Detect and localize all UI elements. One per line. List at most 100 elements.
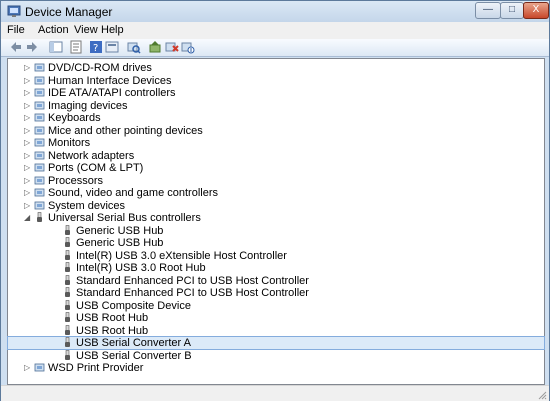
tree-category[interactable]: ▷ System devices xyxy=(8,200,544,212)
uninstall-icon[interactable] xyxy=(165,40,179,54)
collapsed-triangle-icon[interactable]: ▷ xyxy=(24,187,30,199)
tree-item-label: Mice and other pointing devices xyxy=(48,124,203,137)
back-arrow-icon[interactable] xyxy=(9,40,23,54)
tree-category[interactable]: ▷ Monitors xyxy=(8,137,544,149)
collapsed-triangle-icon[interactable]: ▷ xyxy=(24,175,30,187)
device-tree[interactable]: ▷ DVD/CD-ROM drives ▷ Human Interface Devic… xyxy=(7,58,545,385)
tree-device[interactable]: Generic USB Hub xyxy=(8,225,544,237)
system-device-icon xyxy=(34,201,45,209)
tree-item-label: Standard Enhanced PCI to USB Host Contro… xyxy=(76,287,309,299)
close-button[interactable]: X xyxy=(523,2,549,19)
console-icon[interactable] xyxy=(105,40,119,54)
scan-hardware-changes-icon[interactable] xyxy=(127,40,141,54)
tree-device[interactable]: Standard Enhanced PCI to USB Host Contro… xyxy=(8,275,544,287)
camera-icon xyxy=(34,101,45,109)
tree-item-label: Imaging devices xyxy=(48,99,128,112)
tree-device[interactable]: USB Root Hub xyxy=(8,325,544,337)
update-driver-icon[interactable] xyxy=(149,40,163,54)
collapsed-triangle-icon[interactable]: ▷ xyxy=(24,200,30,212)
collapsed-triangle-icon[interactable]: ▷ xyxy=(24,62,30,74)
tree-category[interactable]: ▷ WSD Print Provider xyxy=(8,362,544,374)
tree-item-label: Network adapters xyxy=(48,149,135,162)
resize-grip-icon[interactable] xyxy=(537,390,547,400)
tree-item-label: System devices xyxy=(48,199,126,212)
tree-item-label: Intel(R) USB 3.0 Root Hub xyxy=(76,262,206,274)
expanded-triangle-icon[interactable]: ◢ xyxy=(24,212,30,224)
title-bar[interactable]: Device Manager — □ X xyxy=(1,1,549,22)
tree-item-label: USB Composite Device xyxy=(76,299,191,312)
ide-controller-icon xyxy=(34,88,45,97)
minimize-button[interactable]: — xyxy=(475,2,501,19)
tree-category[interactable]: ▷ Network adapters xyxy=(8,150,544,162)
menu-file[interactable]: File xyxy=(7,24,25,36)
tree-item-label: Standard Enhanced PCI to USB Host Contro… xyxy=(76,274,309,287)
collapsed-triangle-icon[interactable]: ▷ xyxy=(24,150,30,162)
tree-device[interactable]: Intel(R) USB 3.0 eXtensible Host Control… xyxy=(8,250,544,262)
forward-arrow-icon[interactable] xyxy=(25,40,39,54)
tree-category[interactable]: ◢ Universal Serial Bus controllers xyxy=(8,212,544,224)
menu-bar: File Action View Help xyxy=(1,22,549,40)
tree-category[interactable]: ▷ Ports (COM & LPT) xyxy=(8,162,544,174)
tree-device[interactable]: USB Root Hub xyxy=(8,312,544,324)
keyboard-icon xyxy=(34,113,45,122)
tree-item-label: Generic USB Hub xyxy=(76,224,164,237)
port-icon xyxy=(34,163,45,172)
menu-view[interactable]: View xyxy=(74,24,98,36)
tree-item-label: Processors xyxy=(48,174,104,187)
collapsed-triangle-icon[interactable]: ▷ xyxy=(24,100,30,112)
usb-icon xyxy=(65,237,70,247)
collapsed-triangle-icon[interactable]: ▷ xyxy=(24,75,30,87)
usb-icon xyxy=(65,249,70,260)
tree-item-label: USB Serial Converter A xyxy=(76,337,191,349)
collapsed-triangle-icon[interactable]: ▷ xyxy=(24,87,30,99)
maximize-button[interactable]: □ xyxy=(500,2,524,19)
tree-item-label: IDE ATA/ATAPI controllers xyxy=(48,87,176,99)
device-manager-icon xyxy=(7,5,21,17)
collapsed-triangle-icon[interactable]: ▷ xyxy=(24,112,30,124)
menu-action[interactable]: Action xyxy=(38,24,69,36)
tree-item-label: Ports (COM & LPT) xyxy=(48,162,144,174)
tree-device[interactable]: Generic USB Hub xyxy=(8,237,544,249)
collapsed-triangle-icon[interactable]: ▷ xyxy=(24,137,30,149)
monitor-icon xyxy=(34,138,45,147)
tree-item-label: Human Interface Devices xyxy=(48,74,172,87)
tree-item-label: USB Serial Converter B xyxy=(76,349,192,362)
collapsed-triangle-icon[interactable]: ▷ xyxy=(24,162,30,174)
usb-icon xyxy=(65,262,70,272)
usb-icon xyxy=(65,337,70,347)
help-icon[interactable]: ? xyxy=(89,40,103,54)
usb-icon xyxy=(37,212,42,222)
tree-category[interactable]: ▷ DVD/CD-ROM drives xyxy=(8,62,544,74)
tree-category[interactable]: ▷ IDE ATA/ATAPI controllers xyxy=(8,87,544,99)
tree-item-label: USB Root Hub xyxy=(76,312,149,324)
disable-icon[interactable] xyxy=(181,40,195,54)
usb-icon xyxy=(65,299,70,310)
processor-icon xyxy=(34,176,45,184)
usb-icon xyxy=(65,349,70,360)
window-title: Device Manager xyxy=(25,5,113,19)
menu-help[interactable]: Help xyxy=(101,24,124,36)
disc-drive-icon xyxy=(34,63,45,72)
tree-category[interactable]: ▷ Mice and other pointing devices xyxy=(8,125,544,137)
tree-device[interactable]: USB Serial Converter A xyxy=(7,336,545,350)
properties-icon[interactable] xyxy=(69,40,83,54)
tree-item-label: Universal Serial Bus controllers xyxy=(48,212,201,224)
tree-category[interactable]: ▷ Sound, video and game controllers xyxy=(8,187,544,199)
tree-category[interactable]: ▷ Keyboards xyxy=(8,112,544,124)
tree-item-label: Monitors xyxy=(48,137,91,149)
tree-device[interactable]: Standard Enhanced PCI to USB Host Contro… xyxy=(8,287,544,299)
tree-item-label: DVD/CD-ROM drives xyxy=(48,62,152,74)
tree-device[interactable]: USB Serial Converter B xyxy=(8,350,544,362)
show-hide-console-tree-icon[interactable] xyxy=(49,40,63,54)
tree-device[interactable]: Intel(R) USB 3.0 Root Hub xyxy=(8,262,544,274)
tree-category[interactable]: ▷ Human Interface Devices xyxy=(8,75,544,87)
tree-category[interactable]: ▷ Processors xyxy=(8,175,544,187)
mouse-icon xyxy=(34,126,45,134)
tree-device[interactable]: USB Composite Device xyxy=(8,300,544,312)
collapsed-triangle-icon[interactable]: ▷ xyxy=(24,125,30,137)
collapsed-triangle-icon[interactable]: ▷ xyxy=(24,362,30,374)
status-bar xyxy=(1,385,549,401)
toolbar: ? xyxy=(1,39,549,57)
hid-icon xyxy=(34,76,45,84)
tree-category[interactable]: ▷ Imaging devices xyxy=(8,100,544,112)
